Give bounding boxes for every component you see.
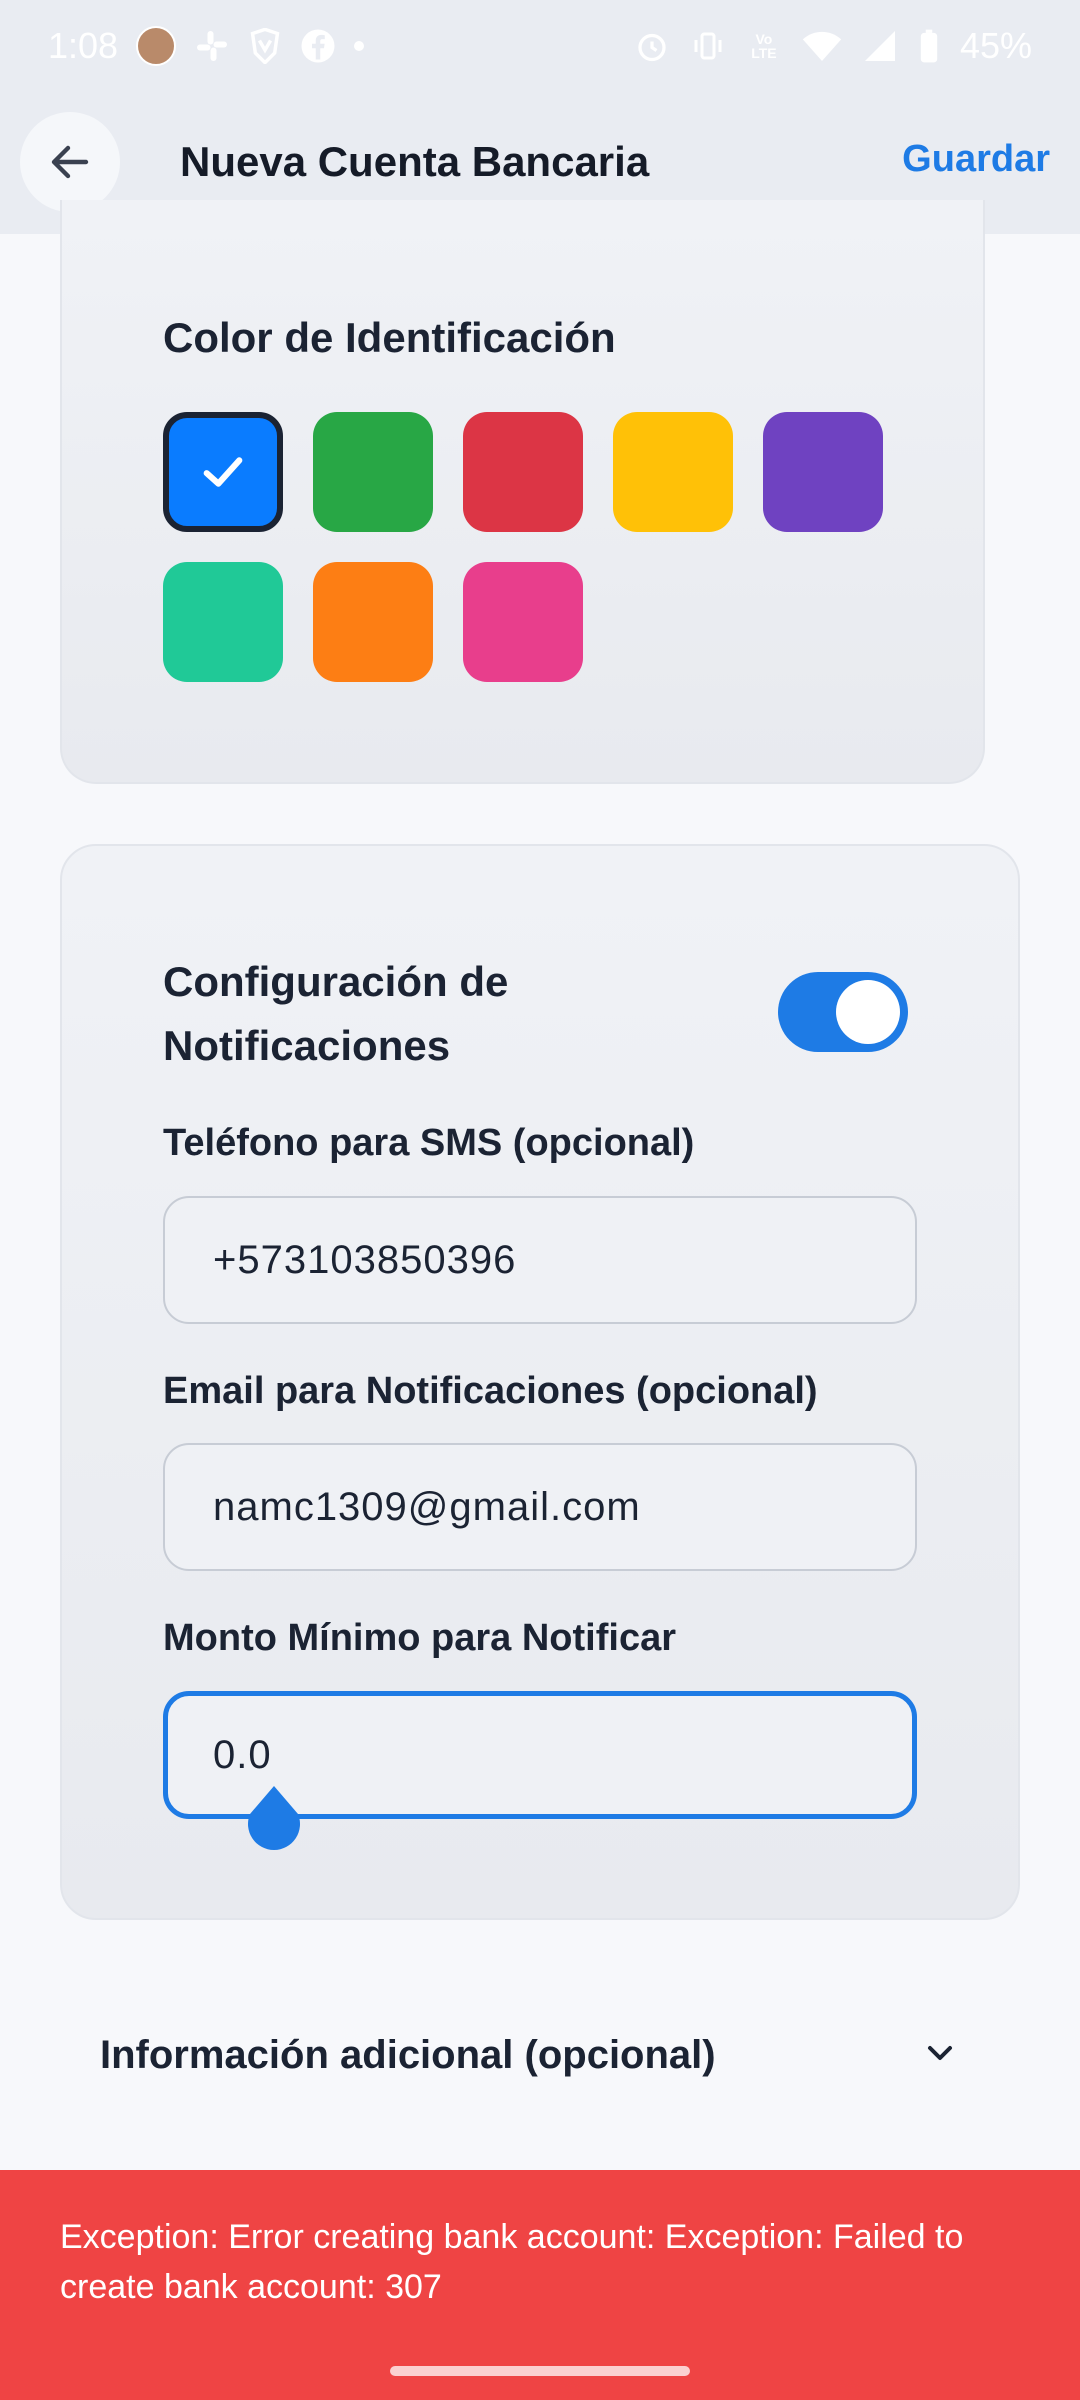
- status-bar: 1:08 Vo LTE 45%: [0, 0, 1080, 92]
- color-swatch-yellow[interactable]: [613, 412, 733, 532]
- notification-title-line1: Configuración de: [163, 958, 509, 1005]
- check-icon: [169, 418, 277, 526]
- arrow-left-icon: [51, 145, 89, 179]
- avatar-icon: [136, 26, 177, 66]
- additional-info-label: Información adicional (opcional): [100, 2032, 716, 2077]
- color-swatch-blue[interactable]: [163, 412, 283, 532]
- sms-label: Teléfono para SMS (opcional): [163, 1122, 695, 1164]
- notification-section-title: Configuración de Notificaciones: [163, 950, 508, 1078]
- sms-phone-input[interactable]: +573103850396: [163, 1196, 917, 1324]
- page-title: Nueva Cuenta Bancaria: [180, 138, 650, 185]
- color-section-title: Color de Identificación: [163, 314, 616, 361]
- color-swatch-teal[interactable]: [163, 562, 283, 682]
- volte-icon: Vo LTE: [751, 31, 777, 61]
- wifi-icon: [802, 28, 842, 64]
- slack-icon: [194, 28, 230, 64]
- color-swatch-pink[interactable]: [463, 562, 583, 682]
- status-left: 1:08: [48, 25, 365, 67]
- status-right: Vo LTE 45%: [634, 25, 1032, 67]
- text-cursor-handle[interactable]: [246, 1784, 302, 1850]
- home-indicator[interactable]: [390, 2366, 690, 2376]
- vibrate-icon: [690, 28, 726, 64]
- save-button[interactable]: Guardar: [902, 138, 1050, 181]
- battery-percent: 45%: [959, 25, 1032, 66]
- email-label: Email para Notificaciones (opcional): [163, 1370, 818, 1412]
- additional-info-expander[interactable]: Información adicional (opcional): [100, 2020, 960, 2090]
- status-time: 1:08: [48, 25, 119, 66]
- email-input[interactable]: namc1309@gmail.com: [163, 1443, 917, 1571]
- back-button[interactable]: [20, 112, 120, 212]
- notification-dot-icon: [354, 41, 365, 51]
- signal-icon: [862, 28, 898, 64]
- toggle-knob: [836, 980, 900, 1044]
- brave-icon: [248, 28, 282, 64]
- color-swatch-purple[interactable]: [763, 412, 883, 532]
- color-swatch-orange[interactable]: [313, 562, 433, 682]
- color-swatch-red[interactable]: [463, 412, 583, 532]
- notification-title-line2: Notificaciones: [163, 1022, 451, 1069]
- battery-icon: [918, 28, 940, 64]
- color-swatch-green[interactable]: [313, 412, 433, 532]
- notifications-toggle[interactable]: [778, 972, 908, 1052]
- error-message: Exception: Error creating bank account: …: [60, 2218, 964, 2306]
- facebook-icon: [300, 28, 336, 64]
- alarm-icon: [634, 28, 670, 64]
- min-amount-label: Monto Mínimo para Notificar: [163, 1617, 676, 1659]
- chevron-down-icon: [920, 2033, 960, 2078]
